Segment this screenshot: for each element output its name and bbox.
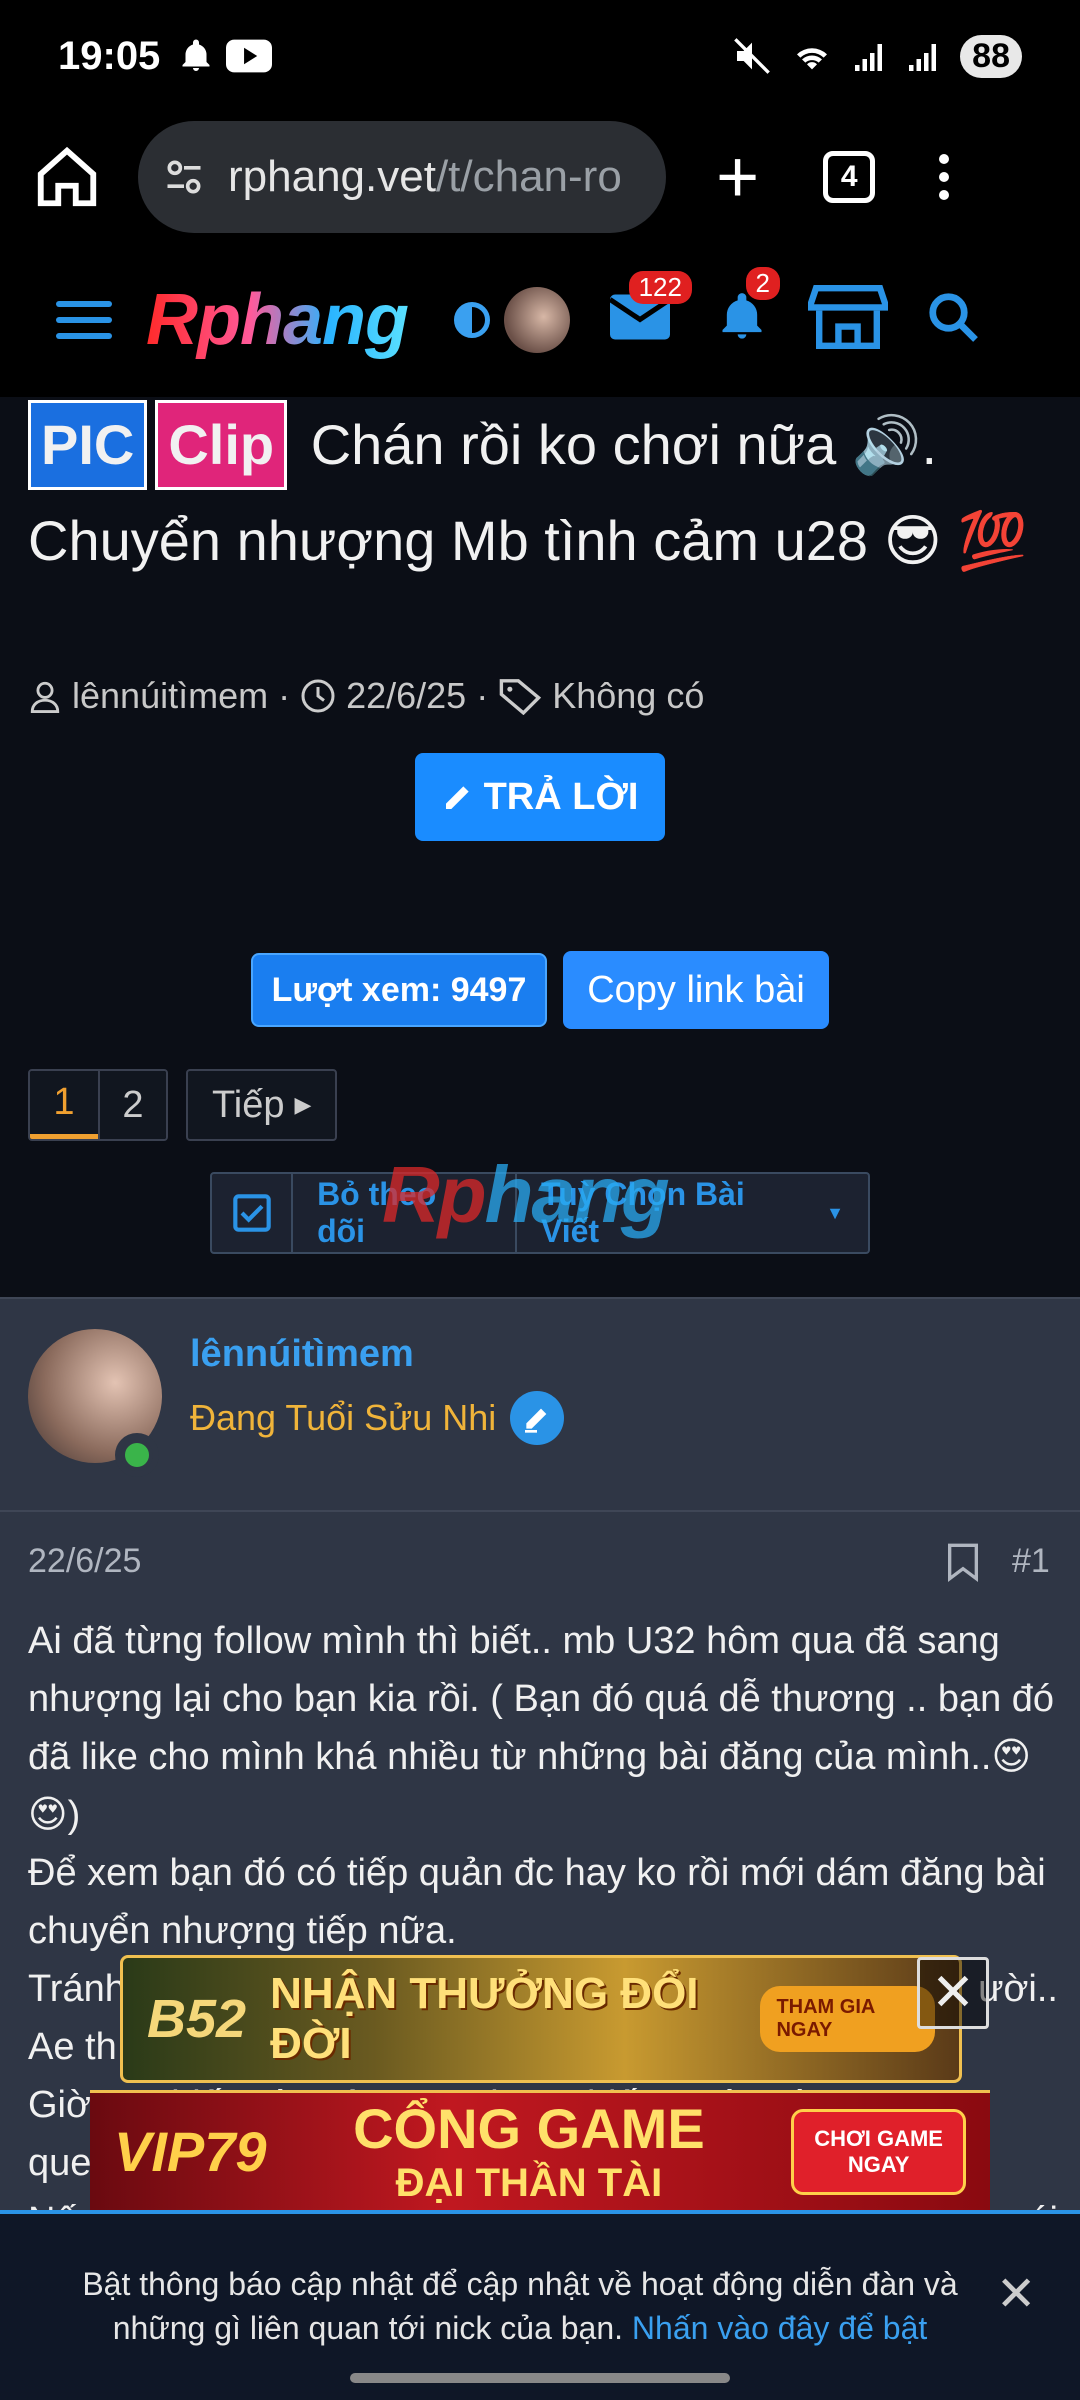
tab-switcher-button[interactable]: 4	[823, 151, 876, 203]
checkbox-checked-icon	[232, 1194, 271, 1232]
post-username[interactable]: lênnúitìmem	[190, 1333, 414, 1376]
thread-date[interactable]: 22/6/25	[346, 675, 466, 717]
clock-icon	[301, 679, 335, 713]
enable-notifications-link[interactable]: Nhấn vào đây để bật	[632, 2310, 927, 2346]
alerts-button[interactable]: 2	[716, 267, 780, 350]
clock: 19:05	[58, 33, 161, 78]
post-paragraph-1: Ai đã từng follow mình thì biết.. mb U32…	[28, 1620, 1055, 1836]
banner-ad-b52[interactable]: B52 NHẬN THƯỞNG ĐỔI ĐỜI THAM GIA NGAY	[120, 1955, 962, 2083]
youtube-icon	[226, 39, 273, 73]
watch-checkbox[interactable]	[212, 1172, 294, 1254]
ad2-cta-button[interactable]: CHƠI GAME NGAY	[791, 2108, 966, 2195]
thread-meta: lênnúitìmem · 22/6/25 · Không có	[28, 675, 704, 717]
site-settings-icon[interactable]	[162, 155, 206, 199]
gesture-bar[interactable]	[350, 2373, 730, 2383]
bookmark-icon[interactable]	[946, 1542, 980, 1582]
user-icon	[30, 681, 60, 713]
post-paragraph-3a: Tránh	[28, 1968, 126, 2010]
prefix-tag-pic[interactable]: PIC	[28, 400, 148, 490]
user-rank-text: Đang Tuổi Sửu Nhi	[190, 1397, 497, 1438]
pagination: 1 2 Tiếp ▶	[28, 1069, 338, 1141]
post-paragraph-2: Để xem bạn đó có tiếp quản đc hay ko rồi…	[28, 1852, 1046, 1952]
signal-icon	[855, 44, 883, 71]
bell-icon	[182, 39, 210, 71]
notice-message: Bật thông báo cập nhật để cập nhật về ho…	[80, 2262, 960, 2350]
banner-ad-vip79[interactable]: VIP79 CỔNG GAME ĐẠI THẦN TÀI CHƠI GAME N…	[90, 2090, 990, 2210]
user-badge-icon	[510, 1391, 565, 1445]
search-button[interactable]	[926, 290, 980, 349]
watermark-part-a: Rp	[382, 1150, 487, 1239]
ad2-text-line2: ĐẠI THẦN TÀI	[395, 2160, 663, 2205]
caret-down-icon: ▼	[826, 1202, 844, 1223]
online-status-icon	[115, 1433, 159, 1477]
inbox-button[interactable]: 122	[608, 271, 692, 346]
ad1-text: NHẬN THƯỞNG ĐỔI ĐỜI	[270, 1969, 699, 2068]
next-label: Tiếp	[212, 1083, 285, 1126]
reply-button[interactable]: TRẢ LỜI	[415, 753, 665, 841]
store-button[interactable]	[805, 285, 891, 354]
ad2-text-line1: CỔNG GAME	[353, 2096, 705, 2160]
search-icon	[929, 293, 978, 342]
thread-header: PIC Clip Chán rồi ko chơi nữa 🔊. Chuyển n…	[0, 397, 1080, 1297]
thread-author[interactable]: lênnúitìmem	[72, 675, 268, 717]
ad2-cta-line1: CHƠI GAME	[814, 2125, 943, 2151]
hamburger-menu-icon[interactable]	[56, 300, 112, 339]
thread-tags: Không có	[552, 675, 705, 716]
account-avatar[interactable]	[503, 286, 570, 353]
meta-separator: ·	[278, 675, 291, 716]
ad1-brand: B52	[147, 1989, 247, 2049]
post-author-block: lênnúitìmem Đang Tuổi Sửu Nhi	[0, 1297, 1080, 1512]
signal-icon-2	[909, 44, 937, 71]
address-bar[interactable]: rphang.vet/t/chan-ro	[138, 121, 666, 233]
close-ad-icon[interactable]: ✕	[917, 1957, 989, 2029]
url-path: /t/chan-ro	[435, 152, 622, 201]
watermark-logo: Rphang	[382, 1149, 670, 1241]
browser-menu-icon[interactable]	[939, 154, 950, 200]
page-1-button[interactable]: 1	[30, 1071, 98, 1139]
thread-title: PIC Clip Chán rồi ko chơi nữa 🔊. Chuyển n…	[28, 397, 1058, 589]
browser-toolbar: rphang.vet/t/chan-ro + 4	[0, 112, 1080, 242]
copy-link-button[interactable]: Copy link bài	[563, 951, 829, 1029]
views-count-button[interactable]: Lượt xem: 9497	[251, 953, 547, 1027]
ad1-cta[interactable]: THAM GIA NGAY	[760, 1986, 935, 2052]
post-date[interactable]: 22/6/25	[28, 1542, 141, 1581]
site-logo[interactable]: Rphang	[146, 279, 409, 361]
page-2-button[interactable]: 2	[98, 1071, 166, 1139]
next-page-button[interactable]: Tiếp ▶	[186, 1069, 338, 1141]
user-rank: Đang Tuổi Sửu Nhi	[190, 1391, 565, 1445]
store-icon	[805, 285, 891, 349]
url-host: rphang.vet	[228, 152, 436, 201]
wifi-icon	[797, 48, 828, 70]
watermark-part-b: hang	[484, 1150, 670, 1239]
push-notification-prompt: Bật thông báo cập nhật để cập nhật về ho…	[0, 2210, 1080, 2400]
tag-icon	[499, 679, 542, 715]
reply-label: TRẢ LỜI	[483, 775, 639, 818]
alerts-badge: 2	[745, 267, 780, 300]
site-header: Rphang 122 2	[0, 242, 1080, 397]
theme-toggle-icon[interactable]	[453, 301, 490, 338]
caret-right-icon: ▶	[294, 1092, 312, 1117]
post-number[interactable]: #1	[1012, 1542, 1050, 1581]
home-icon[interactable]	[32, 142, 102, 212]
ad2-brand: VIP79	[114, 2120, 267, 2183]
status-bar: 19:05 88	[0, 0, 1080, 112]
pencil-icon	[445, 786, 469, 809]
inbox-badge: 122	[628, 271, 692, 304]
new-tab-icon[interactable]: +	[716, 140, 759, 214]
battery-level: 88	[960, 34, 1022, 78]
close-notice-icon[interactable]: ✕	[996, 2266, 1036, 2322]
mute-icon	[734, 38, 771, 74]
ad2-cta-line2: NGAY	[847, 2151, 910, 2177]
prefix-tag-clip[interactable]: Clip	[155, 400, 288, 490]
meta-separator-2: ·	[476, 675, 489, 716]
post-paragraph-3b: ười..	[978, 1968, 1058, 2010]
